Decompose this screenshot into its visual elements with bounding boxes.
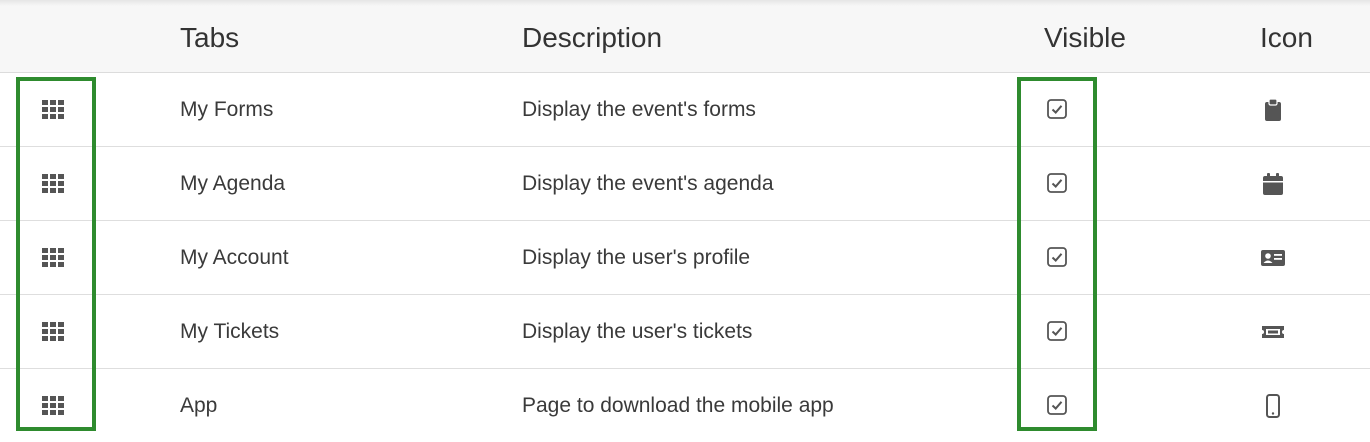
tab-description: Page to download the mobile app (522, 394, 834, 417)
drag-handle-grid-icon[interactable] (42, 248, 64, 267)
column-header-icon: Icon (1260, 22, 1313, 53)
id-card-icon (1261, 250, 1285, 266)
ticket-icon (1262, 326, 1284, 338)
visible-checkbox[interactable] (1047, 247, 1067, 267)
drag-handle-grid-icon[interactable] (42, 396, 64, 415)
tab-name: My Account (180, 246, 289, 269)
drag-handle-grid-icon[interactable] (42, 100, 64, 119)
drag-handle-grid-icon[interactable] (42, 174, 64, 193)
header-shadow (0, 0, 1370, 6)
tab-name: App (180, 394, 218, 417)
tab-description: Display the user's profile (522, 246, 751, 269)
table-row: My Tickets Display the user's tickets (0, 295, 1370, 369)
visible-checkbox[interactable] (1047, 99, 1067, 119)
table-row: App Page to download the mobile app (0, 369, 1370, 442)
visible-checkbox[interactable] (1047, 173, 1067, 193)
visible-checkbox[interactable] (1047, 395, 1067, 415)
table-row: My Account Display the user's profile (0, 221, 1370, 295)
tab-description: Display the event's agenda (522, 172, 774, 195)
calendar-icon (1263, 173, 1283, 195)
mobile-phone-icon (1266, 394, 1280, 418)
tab-description: Display the event's forms (522, 98, 756, 121)
visible-checkbox[interactable] (1047, 321, 1067, 341)
column-header-description: Description (522, 22, 663, 53)
tab-name: My Tickets (180, 320, 280, 343)
tab-name: My Agenda (180, 172, 286, 195)
drag-handle-grid-icon[interactable] (42, 322, 64, 341)
tab-name: My Forms (180, 98, 274, 121)
table-header: Tabs Description Visible Icon (0, 0, 1370, 73)
tab-description: Display the user's tickets (522, 320, 753, 343)
column-header-tabs: Tabs (180, 22, 240, 53)
table-row: My Agenda Display the event's agenda (0, 147, 1370, 221)
column-header-visible: Visible (1044, 22, 1126, 53)
table-row: My Forms Display the event's forms (0, 73, 1370, 147)
clipboard-icon (1265, 98, 1281, 121)
